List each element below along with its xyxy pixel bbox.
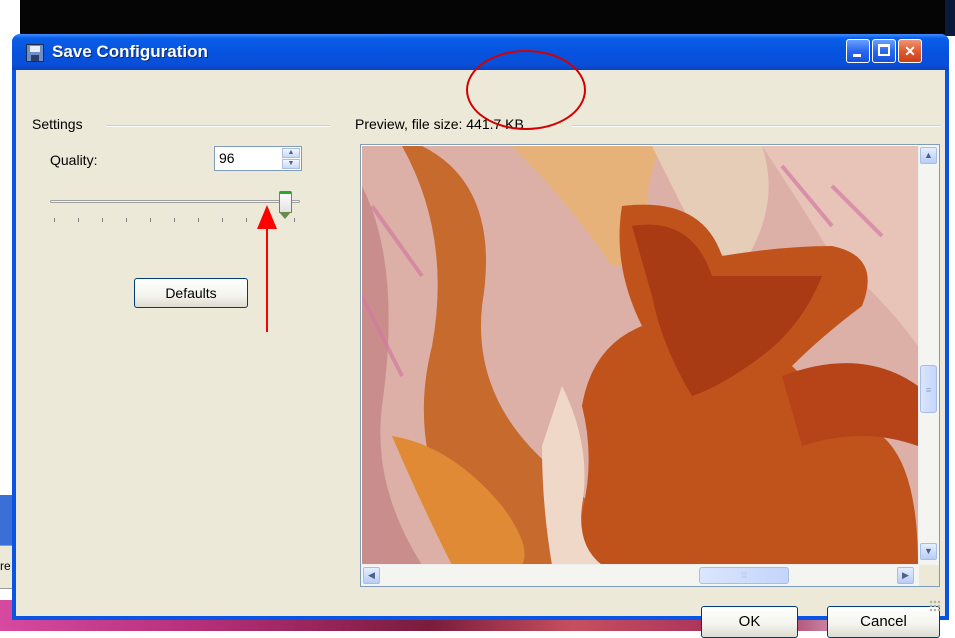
- quality-slider[interactable]: [50, 191, 300, 219]
- slider-tick: [126, 218, 127, 222]
- close-button[interactable]: ✕: [898, 39, 922, 63]
- dialog-body: Settings Quality: 96 ▲ ▼ Defaults Previe…: [16, 70, 945, 638]
- preview-image: [362, 146, 918, 565]
- quality-label: Quality:: [50, 152, 98, 168]
- grip-icon: ≡: [925, 385, 932, 395]
- slider-tick: [222, 218, 223, 222]
- background-window-top-edge: [945, 0, 955, 36]
- scrollbar-corner: [919, 565, 939, 586]
- maximize-icon: [878, 44, 890, 56]
- settings-group-label: Settings: [32, 116, 89, 132]
- preview-horizontal-scrollbar[interactable]: ◀ ⦙⦙⦙ ▶: [361, 564, 919, 586]
- quality-value[interactable]: 96: [219, 150, 235, 166]
- ok-button[interactable]: OK: [701, 606, 798, 638]
- scroll-up-button[interactable]: ▲: [920, 147, 937, 164]
- preview-vertical-scrollbar[interactable]: ▲ ≡ ▼: [918, 145, 939, 565]
- chevron-down-icon: ▼: [287, 160, 295, 167]
- slider-tick: [198, 218, 199, 222]
- slider-tick: [54, 218, 55, 222]
- chevron-down-icon: ▼: [924, 546, 933, 556]
- background-fragment-text: re: [0, 559, 11, 573]
- close-icon: ✕: [904, 43, 916, 59]
- scroll-left-button[interactable]: ◀: [363, 567, 380, 584]
- slider-tick: [102, 218, 103, 222]
- preview-pane[interactable]: ▲ ≡ ▼ ◀ ⦙⦙⦙ ▶: [360, 144, 940, 587]
- settings-group-line: [106, 125, 330, 127]
- quality-slider-thumb[interactable]: [279, 191, 292, 219]
- spin-down-button[interactable]: ▼: [282, 159, 300, 169]
- maximize-button[interactable]: [872, 39, 896, 63]
- slider-tick: [174, 218, 175, 222]
- grip-icon: ⦙⦙⦙: [740, 570, 748, 580]
- save-configuration-dialog: Save Configuration ✕ Settings Quality: 9…: [12, 34, 949, 638]
- annotation-circle: [466, 50, 586, 130]
- defaults-button[interactable]: Defaults: [134, 278, 248, 308]
- slider-tick: [294, 218, 295, 222]
- minimize-button[interactable]: [846, 39, 870, 63]
- chevron-left-icon: ◀: [368, 570, 375, 580]
- floppy-disk-icon: [26, 44, 44, 62]
- quality-spinbox[interactable]: 96 ▲ ▼: [214, 146, 302, 171]
- annotation-arrow-shaft: [266, 226, 268, 332]
- slider-tick: [246, 218, 247, 222]
- quality-spin-buttons: ▲ ▼: [282, 148, 300, 169]
- background-window-top: [20, 0, 945, 36]
- minimize-icon: [853, 54, 861, 57]
- preview-group-line: [572, 125, 941, 127]
- scroll-down-button[interactable]: ▼: [920, 543, 937, 560]
- spin-up-button[interactable]: ▲: [282, 148, 300, 158]
- chevron-up-icon: ▲: [924, 150, 933, 160]
- scroll-right-button[interactable]: ▶: [897, 567, 914, 584]
- horizontal-scroll-thumb[interactable]: ⦙⦙⦙: [699, 567, 789, 584]
- resize-grip-icon[interactable]: [929, 600, 941, 612]
- slider-tick: [150, 218, 151, 222]
- window-title: Save Configuration: [52, 42, 208, 61]
- cancel-button[interactable]: Cancel: [827, 606, 940, 638]
- chevron-up-icon: ▲: [287, 149, 295, 156]
- vertical-scroll-thumb[interactable]: ≡: [920, 365, 937, 413]
- slider-tick: [78, 218, 79, 222]
- orchid-photo: [362, 146, 918, 565]
- chevron-right-icon: ▶: [902, 570, 909, 580]
